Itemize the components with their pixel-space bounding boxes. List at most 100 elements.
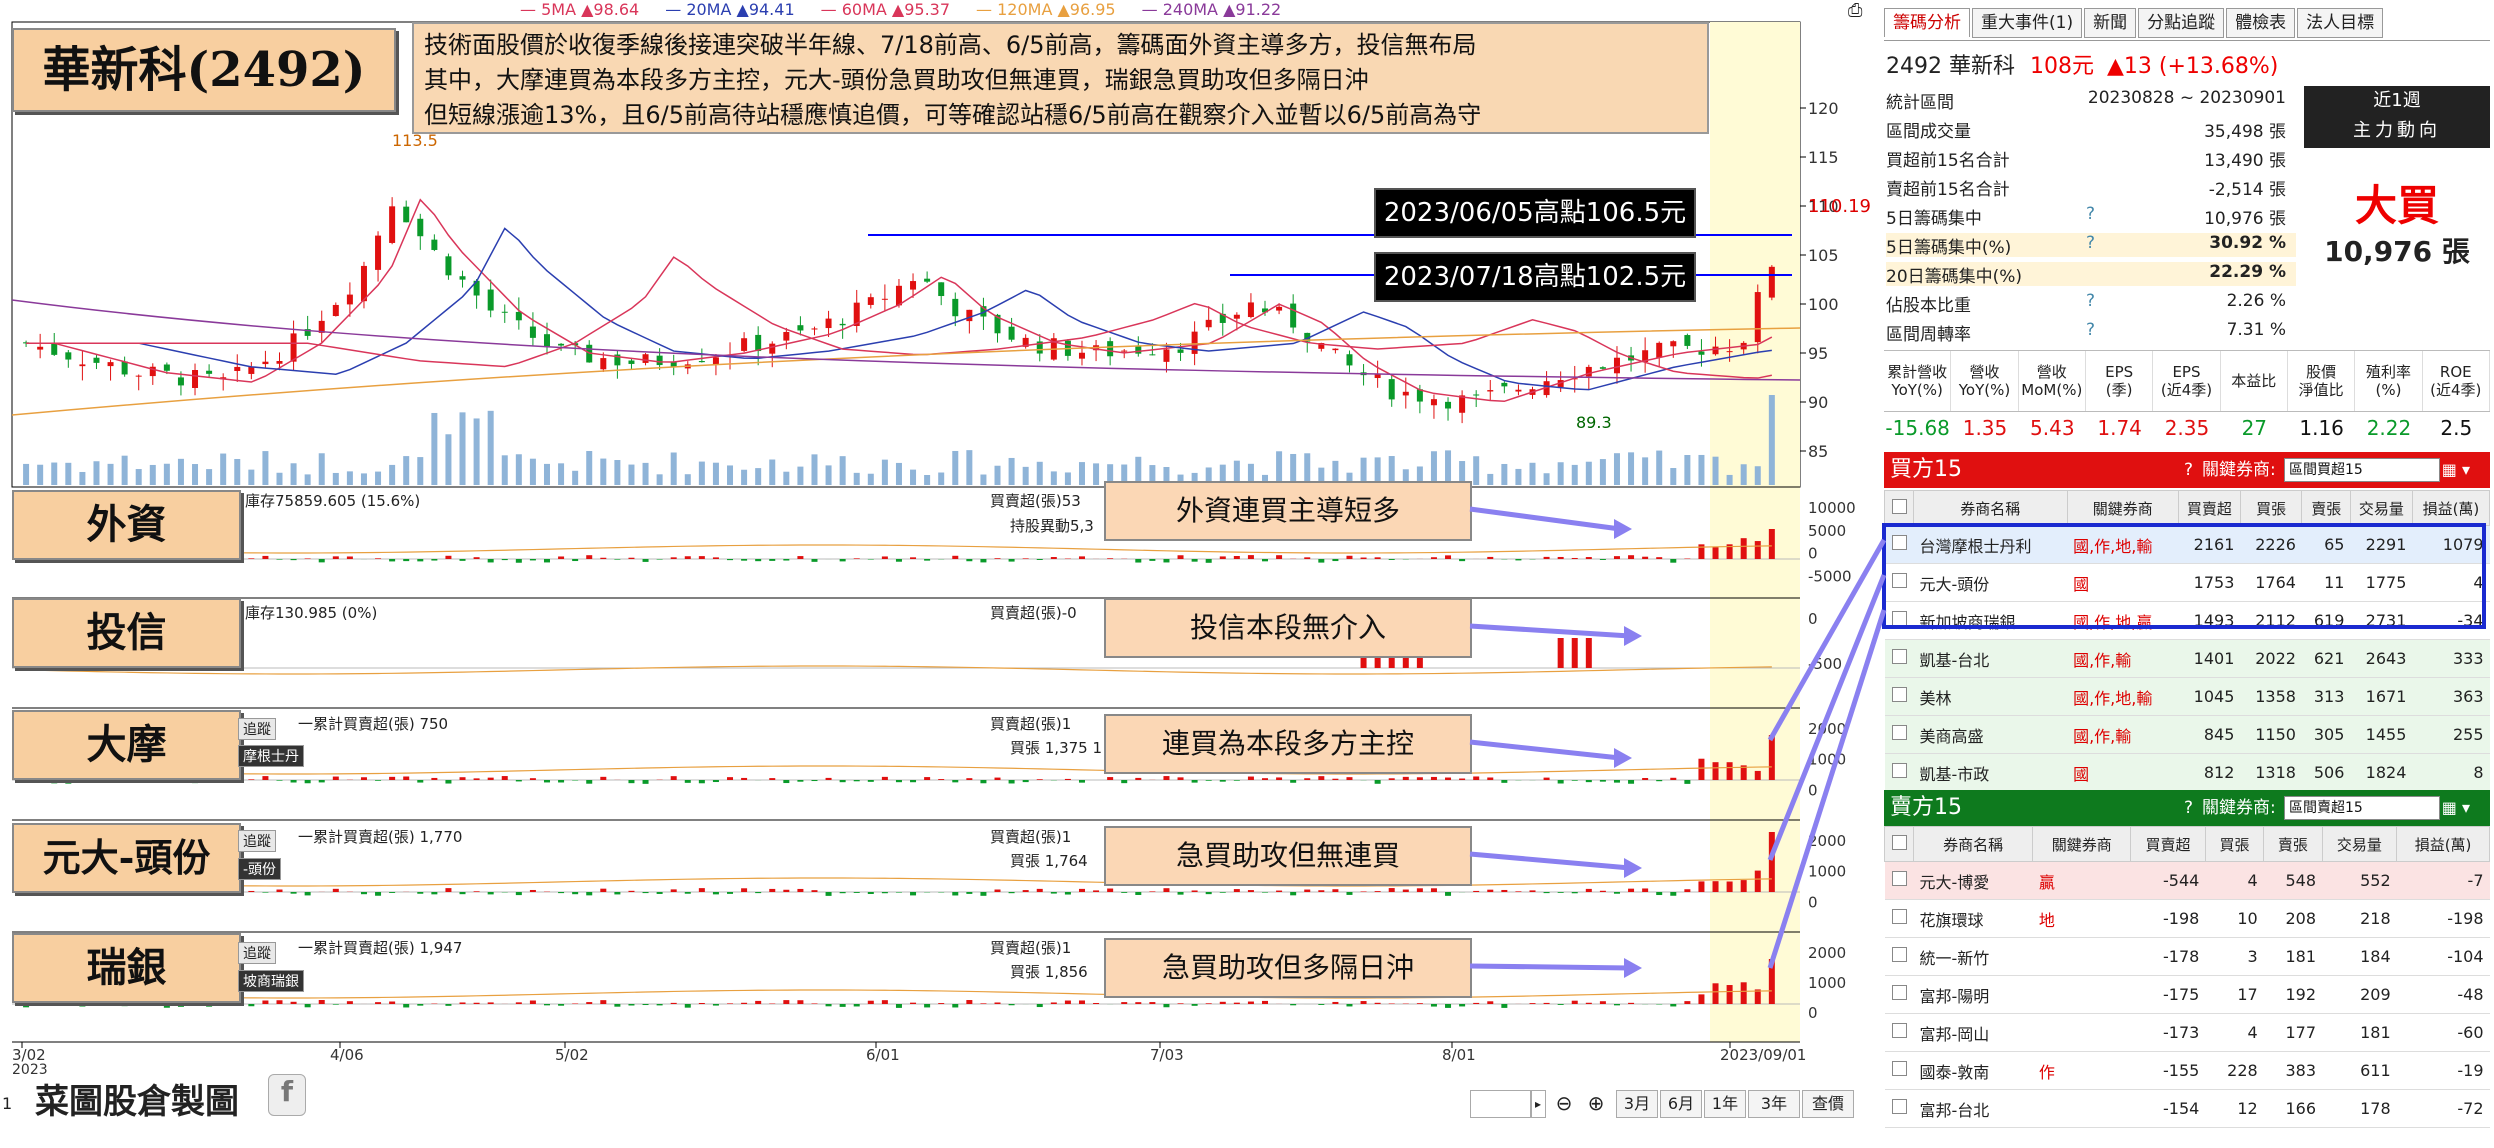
row-checkbox[interactable] <box>1884 1051 1914 1090</box>
zoom-out-icon[interactable]: ⊖ <box>1550 1090 1578 1116</box>
column-header[interactable]: 買賣超 <box>2177 490 2241 526</box>
column-header[interactable]: 交易量 <box>2321 826 2398 862</box>
net-bar <box>839 892 846 894</box>
row-checkbox[interactable] <box>1884 715 1914 754</box>
table-row[interactable]: 統一-新竹 -178 3 181 184 -104 <box>1884 937 2490 976</box>
table-row[interactable]: 凱基-市政國 812 1318 506 1824 8 <box>1884 753 2490 792</box>
row-checkbox[interactable] <box>1884 563 1914 602</box>
net-bar <box>797 556 804 559</box>
tab-4[interactable]: 體檢表 <box>2226 8 2296 38</box>
column-header[interactable]: 關鍵券商 <box>2066 490 2179 526</box>
column-header[interactable]: 關鍵券商 <box>2032 826 2132 862</box>
help-icon[interactable]: ? <box>2086 320 2126 344</box>
date-input[interactable] <box>1470 1090 1532 1118</box>
ubs-broker-button[interactable]: 坡商瑞銀 <box>238 970 304 992</box>
table-row[interactable]: 國泰-敦南作 -155 228 383 611 -19 <box>1884 1051 2490 1090</box>
table-row[interactable]: 富邦-陽明 -175 17 192 209 -48 <box>1884 975 2490 1014</box>
column-header[interactable]: 券商名稱 <box>1912 826 2034 862</box>
net-bar <box>1149 891 1156 892</box>
net-bar <box>712 892 719 895</box>
volume-bar <box>881 459 888 485</box>
yuanta-broker-button[interactable]: -頭份 <box>238 858 282 880</box>
row-checkbox[interactable] <box>1884 525 1914 564</box>
column-header[interactable]: 買張 <box>2239 490 2303 526</box>
row-checkbox[interactable] <box>1884 1089 1914 1128</box>
range-3m-button[interactable]: 3月 <box>1616 1090 1658 1118</box>
net-bar <box>1501 780 1508 783</box>
table-row[interactable]: 新加坡商瑞銀 國,作,地,贏 1493 2112 619 2731 -34 <box>1884 601 2490 640</box>
fin-value: 1.35 <box>1962 416 2008 440</box>
row-checkbox[interactable] <box>1884 899 1914 938</box>
help-icon[interactable]: ? <box>2086 291 2126 315</box>
net-bar <box>332 888 339 892</box>
grid-icon[interactable]: ▦ ▾ <box>2442 452 2470 488</box>
ms-track-button[interactable]: 追蹤 <box>238 718 276 740</box>
table-row[interactable]: 凱基-台北 國,作,輸 1401 2022 621 2643 333 <box>1884 639 2490 678</box>
column-header[interactable]: 損益(萬) <box>2396 826 2490 862</box>
table-row[interactable]: 台灣摩根士丹利 國,作,地,輸 2161 2226 65 2291 1079 <box>1884 525 2490 564</box>
range-1y-button[interactable]: 1年 <box>1704 1090 1746 1118</box>
help-icon[interactable]: ? <box>2184 452 2193 488</box>
ubs-track-button[interactable]: 追蹤 <box>238 942 276 964</box>
column-header[interactable]: 買張 <box>2204 826 2265 862</box>
help-icon[interactable]: ? <box>2086 233 2126 257</box>
table-row[interactable]: 花旗環球地 -198 10 208 218 -198 <box>1884 899 2490 938</box>
row-checkbox[interactable] <box>1884 1013 1914 1052</box>
row-checkbox[interactable] <box>1884 639 1914 678</box>
column-header[interactable]: 買賣超 <box>2130 826 2206 862</box>
panel-tick: 1000 <box>1808 751 1846 769</box>
column-header[interactable]: 交易量 <box>2349 490 2413 526</box>
ms-broker-button[interactable]: 摩根士丹 <box>238 745 304 767</box>
row-checkbox[interactable] <box>1884 861 1914 900</box>
tab-3[interactable]: 分點追蹤 <box>2138 8 2225 38</box>
row-checkbox[interactable] <box>1884 677 1914 716</box>
volume-bar <box>262 451 269 485</box>
tab-2[interactable]: 新聞 <box>2084 8 2137 38</box>
select-all-checkbox[interactable] <box>1884 826 1914 862</box>
stock-header: 2492 華新科 108元 ▲13 (+13.68%) <box>1886 48 2278 80</box>
buy-range-dropdown[interactable]: 區間買超15 <box>2284 458 2440 482</box>
table-row[interactable]: 富邦-岡山 -173 4 177 181 -60 <box>1884 1013 2490 1052</box>
trend-amount: 10,976 張 <box>2324 235 2470 268</box>
net-bar <box>37 780 44 782</box>
net-bar <box>1205 892 1212 895</box>
table-row[interactable]: 美商高盛 國,作,輸 845 1150 305 1455 255 <box>1884 715 2490 754</box>
range-3y-button[interactable]: 3年 <box>1748 1090 1800 1118</box>
help-icon[interactable]: ? <box>2086 204 2126 228</box>
row-checkbox[interactable] <box>1884 753 1914 792</box>
facebook-icon[interactable]: f <box>268 1074 306 1116</box>
table-row[interactable]: 美林 國,作,地,輸 1045 1358 313 1671 363 <box>1884 677 2490 716</box>
column-header[interactable]: 損益(萬) <box>2411 490 2491 526</box>
select-all-checkbox[interactable] <box>1884 490 1914 526</box>
table-cell: -34 <box>2412 601 2490 640</box>
net-bar <box>375 780 382 781</box>
zoom-in-icon[interactable]: ⊕ <box>1582 1090 1610 1116</box>
column-header[interactable]: 賣張 <box>2263 826 2323 862</box>
tab-0[interactable]: 籌碼分析 <box>1884 8 1970 37</box>
net-bar <box>1642 888 1649 892</box>
table-row[interactable]: 元大-頭份國 1753 1764 11 1775 4 <box>1884 563 2490 602</box>
net-bar <box>1233 889 1240 892</box>
next-arrow-icon[interactable]: ▸ <box>1530 1090 1546 1118</box>
tab-5[interactable]: 法人目標 <box>2297 8 2384 38</box>
sell-range-dropdown[interactable]: 區間賣超15 <box>2284 796 2440 820</box>
tab-1[interactable]: 重大事件(1) <box>1972 8 2083 38</box>
price-query-button[interactable]: 查價 <box>1802 1090 1854 1118</box>
grid-icon[interactable]: ▦ ▾ <box>2442 790 2470 826</box>
help-icon[interactable]: ? <box>2184 790 2193 826</box>
net-bar <box>684 1004 691 1008</box>
table-cell: 贏 <box>2032 861 2131 900</box>
range-6m-button[interactable]: 6月 <box>1660 1090 1702 1118</box>
yuanta-track-button[interactable]: 追蹤 <box>238 830 276 852</box>
column-header[interactable]: 賣張 <box>2301 490 2351 526</box>
table-row[interactable]: 富邦-台北 -154 12 166 178 -72 <box>1884 1089 2490 1128</box>
net-bar <box>1177 892 1184 895</box>
volume-bar <box>445 434 452 485</box>
table-row[interactable]: 元大-博愛贏 -544 4 548 552 -7 <box>1884 861 2490 900</box>
row-checkbox[interactable] <box>1884 601 1914 640</box>
row-checkbox[interactable] <box>1884 975 1914 1014</box>
column-header[interactable]: 券商名稱 <box>1913 490 2068 526</box>
table-cell: 218 <box>2322 899 2397 938</box>
print-icon[interactable]: ⎙ <box>1848 0 1862 21</box>
row-checkbox[interactable] <box>1884 937 1914 976</box>
